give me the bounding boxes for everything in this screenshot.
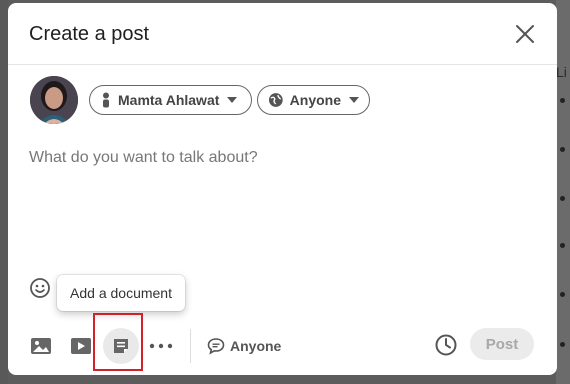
document-icon xyxy=(114,339,128,353)
author-selector[interactable]: Mamta Ahlawat xyxy=(89,85,252,115)
author-name: Mamta Ahlawat xyxy=(118,92,220,108)
add-document-tooltip: Add a document xyxy=(57,275,185,311)
person-icon xyxy=(103,92,109,108)
audience-label: Anyone xyxy=(289,92,341,108)
modal-title: Create a post xyxy=(29,23,150,45)
create-post-modal: Create a post Mamta Ahlawat Anyone What … xyxy=(8,3,557,375)
modal-header: Create a post xyxy=(8,3,557,65)
bullet-dot xyxy=(560,98,565,103)
more-icon xyxy=(149,343,173,349)
comment-control-label: Anyone xyxy=(230,338,282,354)
toolbar-divider xyxy=(190,329,191,363)
chevron-down-icon xyxy=(227,97,238,103)
bullet-dot xyxy=(560,292,565,297)
chevron-down-icon xyxy=(349,97,359,103)
close-icon xyxy=(516,25,534,43)
close-button[interactable] xyxy=(513,22,537,46)
bullet-dot xyxy=(560,147,565,152)
emoji-button[interactable] xyxy=(28,276,52,300)
comment-icon xyxy=(207,338,225,355)
video-icon xyxy=(71,338,91,354)
background-peek-text: Li xyxy=(556,64,567,80)
bullet-dot xyxy=(560,243,565,248)
post-button[interactable]: Post xyxy=(470,328,534,360)
clock-icon xyxy=(435,334,457,356)
emoji-icon xyxy=(30,278,50,298)
bullet-dot xyxy=(560,342,565,347)
add-document-button[interactable] xyxy=(103,328,139,364)
audience-selector[interactable]: Anyone xyxy=(257,85,370,115)
comment-control-button[interactable]: Anyone xyxy=(207,334,281,358)
photo-icon xyxy=(31,338,51,354)
bullet-dot xyxy=(560,196,565,201)
avatar xyxy=(30,76,78,124)
avatar-portrait xyxy=(30,76,78,124)
post-text-input[interactable] xyxy=(29,149,534,269)
schedule-post-button[interactable] xyxy=(433,332,459,358)
add-video-button[interactable] xyxy=(63,328,99,364)
background-page-peek: Li xyxy=(556,0,570,384)
background-left-edge xyxy=(0,0,8,384)
add-photo-button[interactable] xyxy=(23,328,59,364)
more-options-button[interactable] xyxy=(143,328,179,364)
globe-icon xyxy=(268,93,283,107)
